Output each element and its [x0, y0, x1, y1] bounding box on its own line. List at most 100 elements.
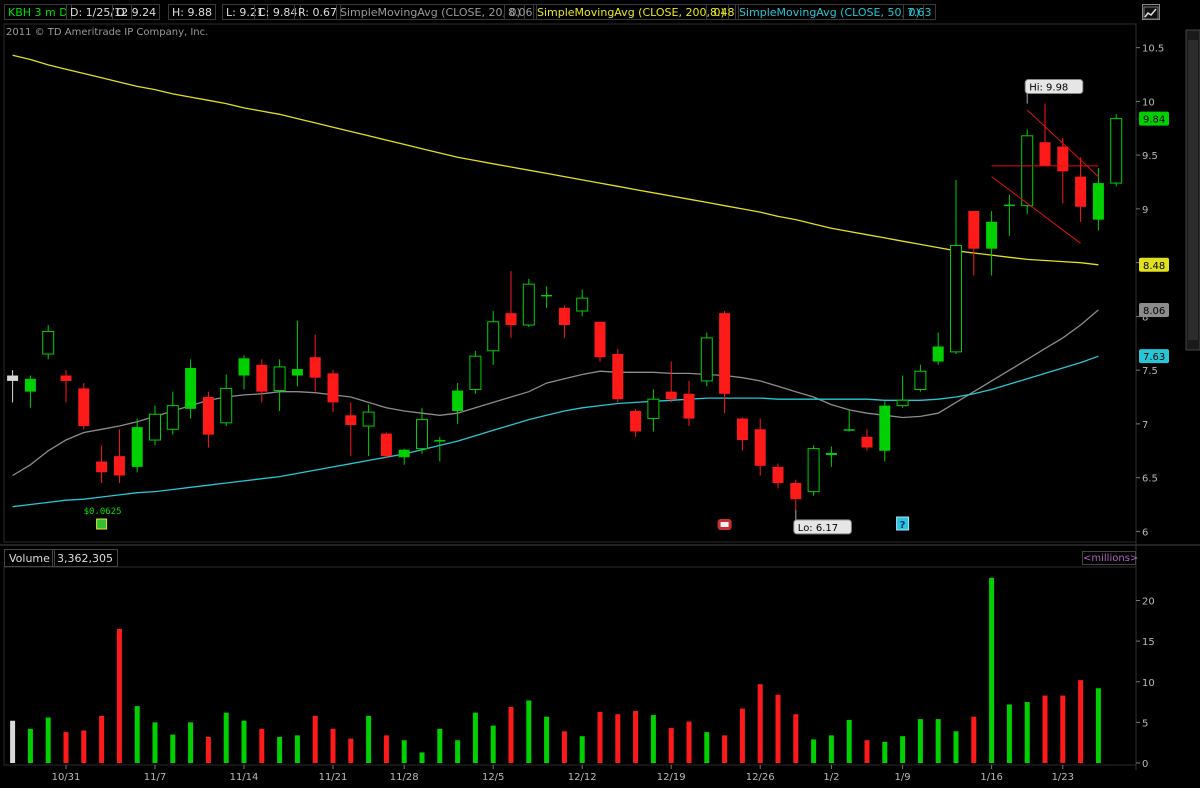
volume-bar	[294, 735, 300, 763]
volume-bar	[1078, 680, 1084, 763]
volume-bar	[455, 740, 461, 763]
candle-body	[238, 358, 250, 376]
candle-body	[986, 221, 998, 249]
date-tick-label: 12/26	[746, 772, 775, 783]
volume-bar	[579, 736, 585, 763]
volume-bar	[205, 737, 211, 763]
date-tick-label: 12/19	[657, 772, 686, 783]
date-tick-label: 12/5	[482, 772, 504, 783]
dividend-label: $0.0625	[84, 507, 122, 517]
candle-body	[380, 433, 392, 457]
price-volume-chart[interactable]: 66.577.588.599.51010.50510152010/3111/71…	[0, 0, 1200, 788]
trendline	[991, 176, 1081, 244]
volume-bar	[953, 731, 959, 763]
candle-body	[647, 398, 660, 420]
candle-body	[505, 313, 517, 325]
candle-body	[825, 452, 837, 456]
candle-body	[683, 393, 695, 419]
volume-bar	[330, 728, 336, 763]
candle-body	[416, 419, 428, 450]
volume-bar	[544, 716, 550, 763]
date-tick-label: 1/9	[895, 772, 911, 783]
candle-body	[896, 399, 909, 407]
phone-icon-detail	[720, 522, 729, 527]
volume-bar	[846, 719, 852, 763]
candle-body	[149, 413, 161, 441]
volume-tick-label: 20	[1142, 597, 1155, 608]
volume-bar	[223, 712, 229, 763]
date-tick-label: 1/16	[980, 772, 1002, 783]
candle-body	[665, 391, 677, 400]
volume-bar	[188, 722, 194, 763]
volume-label: Volume	[4, 549, 55, 567]
candle-body	[434, 440, 446, 442]
price-tick-label: 10	[1142, 97, 1155, 108]
candle-body	[1039, 142, 1051, 166]
volume-bar	[900, 736, 906, 763]
candle-body	[790, 483, 802, 500]
volume-bar	[1095, 688, 1101, 763]
date-tick-label: 11/7	[144, 772, 166, 783]
volume-bar	[1060, 695, 1066, 763]
candle-body	[452, 390, 464, 411]
scrollbar-thumb	[1188, 40, 1198, 340]
volume-bar	[668, 728, 674, 763]
price-tick-label: 6.5	[1142, 474, 1158, 485]
candle-body	[861, 436, 873, 448]
volume-bar	[259, 728, 265, 763]
volume-tick-label: 10	[1142, 678, 1155, 689]
price-tag-label: 8.06	[1143, 306, 1165, 317]
candle-body	[398, 449, 410, 458]
candle-body	[487, 321, 500, 352]
candle-body	[166, 405, 179, 430]
candle-body	[60, 375, 72, 381]
volume-bar	[152, 722, 158, 763]
candle-body	[202, 397, 214, 435]
candle-body	[700, 337, 713, 382]
volume-bar	[472, 712, 478, 763]
candle-body	[131, 427, 143, 467]
candle-body	[42, 330, 55, 355]
candle-body	[772, 466, 784, 484]
candle-body	[24, 378, 36, 392]
price-tick-label: 10.5	[1142, 44, 1164, 55]
candle-body	[273, 366, 286, 392]
candle-body	[968, 211, 980, 249]
date-tick-label: 11/28	[390, 772, 419, 783]
candle-body	[1092, 183, 1104, 220]
volume-bar	[811, 739, 817, 763]
candle-body	[345, 415, 357, 425]
volume-bar	[1042, 695, 1048, 763]
candle-body	[807, 448, 820, 493]
volume-bar	[134, 706, 140, 763]
volume-bar	[971, 716, 977, 763]
volume-tick-label: 0	[1142, 759, 1148, 770]
candle-body	[736, 418, 748, 441]
candle-body	[327, 373, 339, 403]
volume-tick-label: 5	[1142, 718, 1148, 729]
volume-bar	[633, 711, 639, 763]
price-tick-label: 7.5	[1142, 366, 1158, 377]
candle-body	[576, 297, 589, 312]
volume-bar	[366, 715, 372, 763]
volume-bar	[739, 708, 745, 763]
volume-bar	[490, 725, 496, 763]
chart-window: KBH 3 m D D: 1/25/12 O: 9.24 H: 9.88 L: …	[0, 0, 1200, 788]
candle-body	[78, 388, 90, 427]
date-tick-label: 12/12	[568, 772, 597, 783]
volume-bar	[650, 715, 656, 763]
candle-body	[594, 321, 606, 358]
volume-bar	[348, 738, 354, 763]
candle-body	[630, 411, 642, 432]
candle-body	[1057, 146, 1069, 172]
volume-bar	[561, 731, 567, 763]
volume-bar	[828, 735, 834, 763]
volume-units-label[interactable]: <millions>	[1082, 551, 1138, 565]
volume-bar	[241, 720, 247, 763]
dividend-icon	[96, 518, 108, 530]
volume-bar	[757, 684, 763, 763]
price-tag-label: 7.63	[1143, 352, 1165, 363]
volume-bar	[864, 740, 870, 763]
volume-bar	[99, 715, 105, 763]
candle-body	[309, 357, 321, 378]
